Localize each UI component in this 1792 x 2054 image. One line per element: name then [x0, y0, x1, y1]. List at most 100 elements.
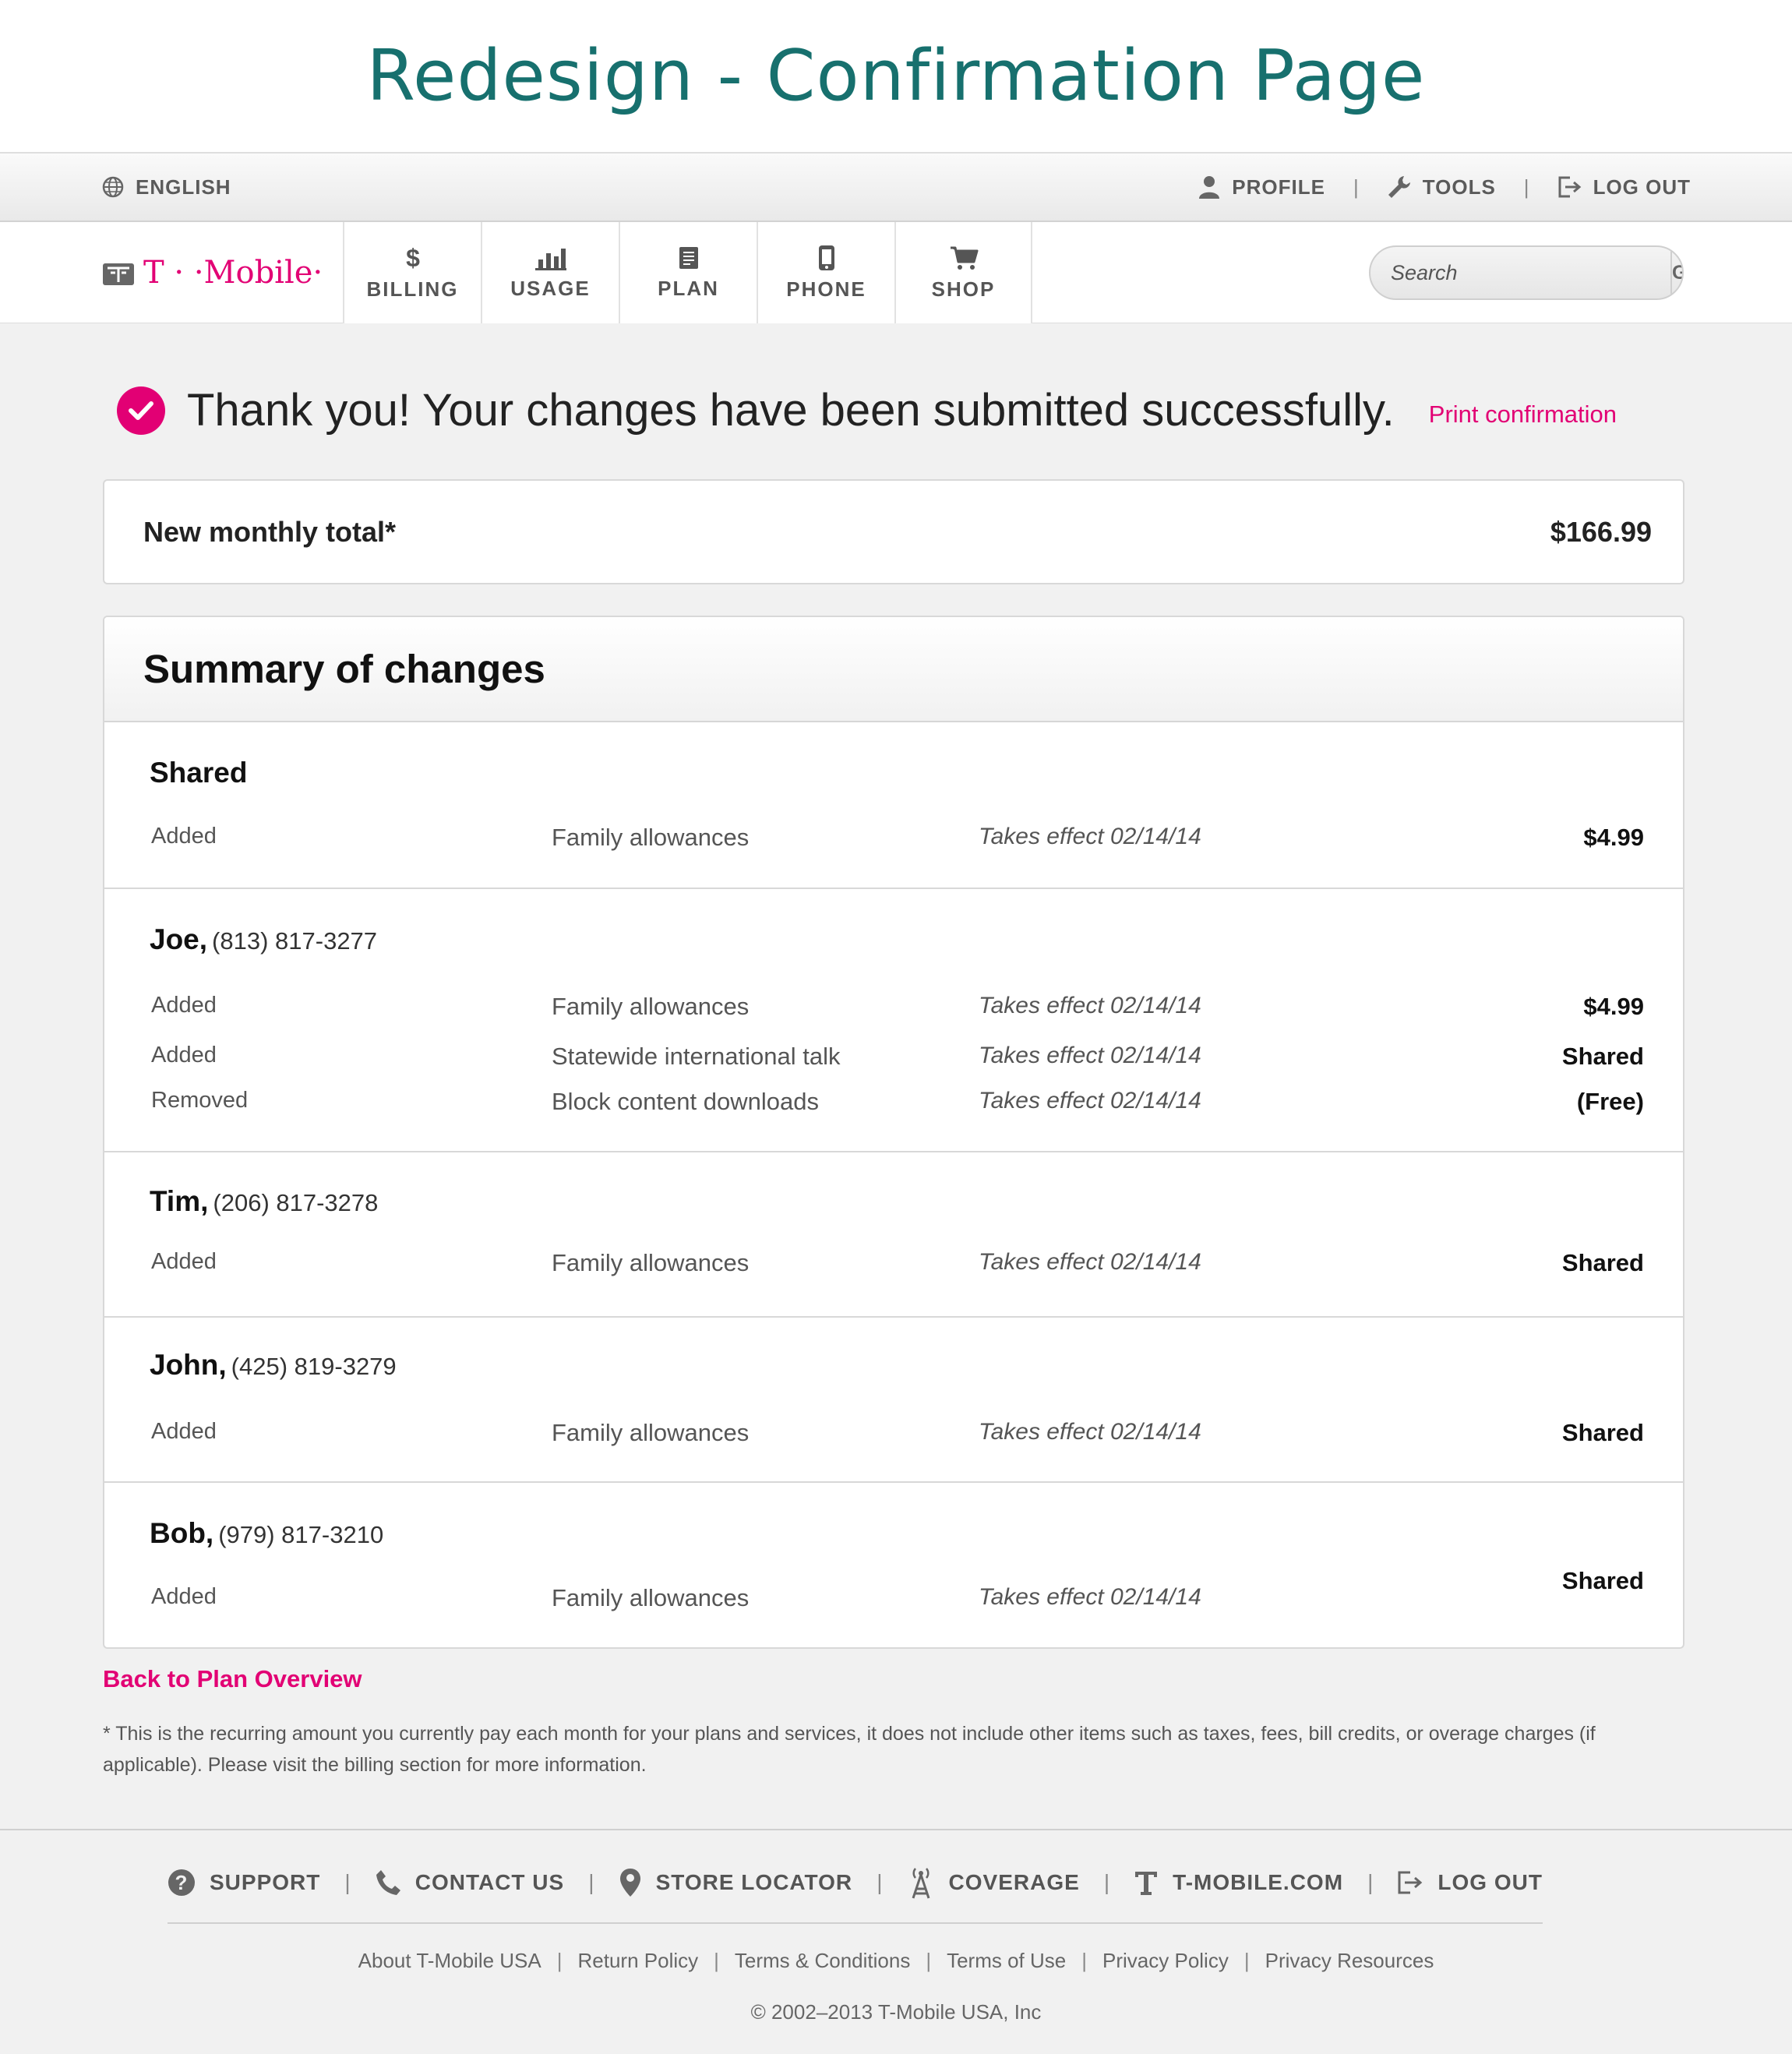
change-effective-date: Takes effect 02/14/14	[979, 1249, 1201, 1275]
change-effective-date: Takes effect 02/14/14	[979, 1088, 1201, 1113]
antenna-tower-icon	[907, 1865, 935, 1900]
print-confirmation-link[interactable]: Print confirmation	[1429, 401, 1617, 429]
user-icon	[1198, 175, 1221, 199]
group-title: Joe, (813) 817-3277	[150, 923, 377, 956]
search-input[interactable]	[1370, 247, 1670, 298]
change-row: Added Family allowances Takes effect 02/…	[104, 1567, 1683, 1615]
page-title: Redesign - Confirmation Page	[366, 35, 1426, 117]
change-effective-date: Takes effect 02/14/14	[979, 824, 1201, 849]
separator: |	[588, 1870, 594, 1894]
home-icon	[101, 259, 136, 287]
footer-store-locator-link[interactable]: STORE LOCATOR	[619, 1867, 853, 1898]
check-circle-icon	[117, 386, 165, 435]
legal-link-privacy-policy[interactable]: Privacy Policy	[1102, 1949, 1229, 1973]
change-action: Added	[151, 993, 217, 1018]
tmobile-logo[interactable]: T · ·Mobile·	[101, 255, 323, 291]
tools-link[interactable]: TOOLS	[1387, 175, 1496, 199]
footer-coverage-link[interactable]: COVERAGE	[907, 1865, 1080, 1900]
change-row: Added Family allowances Takes effect 02/…	[104, 1249, 1683, 1280]
map-pin-icon	[619, 1867, 642, 1898]
change-effective-date: Takes effect 02/14/14	[979, 1584, 1201, 1610]
change-row: Added Family allowances Takes effect 02/…	[104, 824, 1683, 855]
footer-link-label: SUPPORT	[210, 1870, 321, 1894]
search-box: GO	[1369, 245, 1684, 300]
change-row: Removed Block content downloads Takes ef…	[104, 1088, 1683, 1119]
legal-link-about[interactable]: About T-Mobile USA	[358, 1949, 541, 1973]
dollar-icon: $	[404, 245, 422, 271]
footer-links: ? SUPPORT | CONTACT US | STORE LOCATOR |…	[168, 1865, 1543, 1900]
main-nav: T · ·Mobile· $ BILLING USAGE PLAN PHONE	[0, 222, 1792, 323]
change-group-tim: Tim, (206) 817-3278 Added Family allowanc…	[104, 1152, 1683, 1318]
footer-logout-link[interactable]: LOG OUT	[1397, 1870, 1543, 1895]
footer-link-label: CONTACT US	[414, 1870, 565, 1894]
language-selector[interactable]: ENGLISH	[101, 175, 231, 199]
utility-bar: ENGLISH PROFILE | TOOLS | LOG OUT	[0, 152, 1792, 222]
tab-phone[interactable]: PHONE	[757, 222, 894, 323]
change-price: (Free)	[1576, 1088, 1644, 1115]
change-price: Shared	[1561, 1249, 1644, 1276]
footer-tmobile-link[interactable]: T-MOBILE.COM	[1134, 1869, 1343, 1897]
bar-chart-icon	[534, 245, 566, 270]
back-to-plan-overview-link[interactable]: Back to Plan Overview	[103, 1665, 362, 1693]
footer-link-label: STORE LOCATOR	[655, 1870, 853, 1894]
tab-shop[interactable]: SHOP	[894, 222, 1032, 323]
monthly-total-card: New monthly total* $166.99	[103, 479, 1684, 584]
change-row: Added Family allowances Takes effect 02/…	[104, 1419, 1683, 1450]
separator: |	[877, 1870, 883, 1894]
separator: |	[1243, 1949, 1250, 1972]
logout-label: LOG OUT	[1593, 175, 1691, 199]
footer-contact-link[interactable]: CONTACT US	[375, 1869, 564, 1897]
footer-link-label: T-MOBILE.COM	[1173, 1870, 1344, 1894]
change-item: Family allowances	[552, 824, 750, 851]
legal-link-terms-conditions[interactable]: Terms & Conditions	[735, 1949, 910, 1973]
tab-label: PLAN	[658, 276, 719, 300]
logout-link[interactable]: LOG OUT	[1557, 175, 1691, 199]
footer-link-label: COVERAGE	[948, 1870, 1080, 1894]
phone-handset-icon	[375, 1869, 401, 1897]
footer: ? SUPPORT | CONTACT US | STORE LOCATOR |…	[0, 1829, 1792, 2054]
summary-header: Summary of changes	[104, 617, 1683, 722]
tab-label: BILLING	[366, 277, 459, 301]
legal-link-return-policy[interactable]: Return Policy	[578, 1949, 699, 1973]
document-icon	[678, 245, 700, 270]
profile-link[interactable]: PROFILE	[1198, 175, 1325, 199]
change-action: Added	[151, 1043, 217, 1068]
legal-link-privacy-resources[interactable]: Privacy Resources	[1265, 1949, 1434, 1973]
svg-text:$: $	[406, 245, 420, 271]
total-label: New monthly total*	[143, 515, 397, 548]
total-value: $166.99	[1550, 515, 1652, 548]
logo-text: T · ·Mobile·	[143, 255, 323, 291]
copyright: © 2002–2013 T-Mobile USA, Inc	[750, 2000, 1042, 2024]
change-group-joe: Joe, (813) 817-3277 Added Family allowanc…	[104, 889, 1683, 1152]
search-go-button[interactable]: GO	[1670, 247, 1682, 298]
change-row: Added Statewide international talk Takes…	[104, 1043, 1683, 1074]
footer-link-label: LOG OUT	[1437, 1870, 1543, 1894]
change-action: Added	[151, 1249, 217, 1274]
tab-billing[interactable]: $ BILLING	[343, 222, 481, 323]
tab-plan[interactable]: PLAN	[619, 222, 757, 323]
group-title: Shared	[150, 757, 247, 789]
line-phone: (979) 817-3210	[218, 1521, 384, 1548]
change-item: Statewide international talk	[552, 1043, 841, 1070]
tab-label: USAGE	[510, 276, 591, 300]
tab-usage[interactable]: USAGE	[481, 222, 619, 323]
nav-tabs: $ BILLING USAGE PLAN PHONE SHOP	[343, 222, 1032, 323]
legal-link-terms-of-use[interactable]: Terms of Use	[947, 1949, 1066, 1973]
change-action: Added	[151, 1419, 217, 1444]
group-title: Tim, (206) 817-3278	[150, 1185, 378, 1218]
group-title: John, (425) 819-3279	[150, 1349, 397, 1382]
change-price: Shared	[1561, 1567, 1644, 1594]
separator: |	[714, 1949, 719, 1972]
footnote: * This is the recurring amount you curre…	[103, 1723, 1596, 1776]
separator: |	[926, 1949, 932, 1972]
page-heading-bar: Redesign - Confirmation Page	[0, 0, 1792, 152]
logout-icon	[1557, 175, 1582, 199]
tab-label: SHOP	[931, 277, 996, 301]
change-item: Family allowances	[552, 993, 750, 1020]
footer-support-link[interactable]: ? SUPPORT	[168, 1869, 320, 1897]
separator: |	[556, 1949, 563, 1972]
change-price: Shared	[1561, 1419, 1644, 1446]
success-message: Thank you! Your changes have been submit…	[187, 385, 1395, 436]
change-item: Family allowances	[552, 1584, 750, 1611]
tab-label: PHONE	[786, 277, 866, 301]
